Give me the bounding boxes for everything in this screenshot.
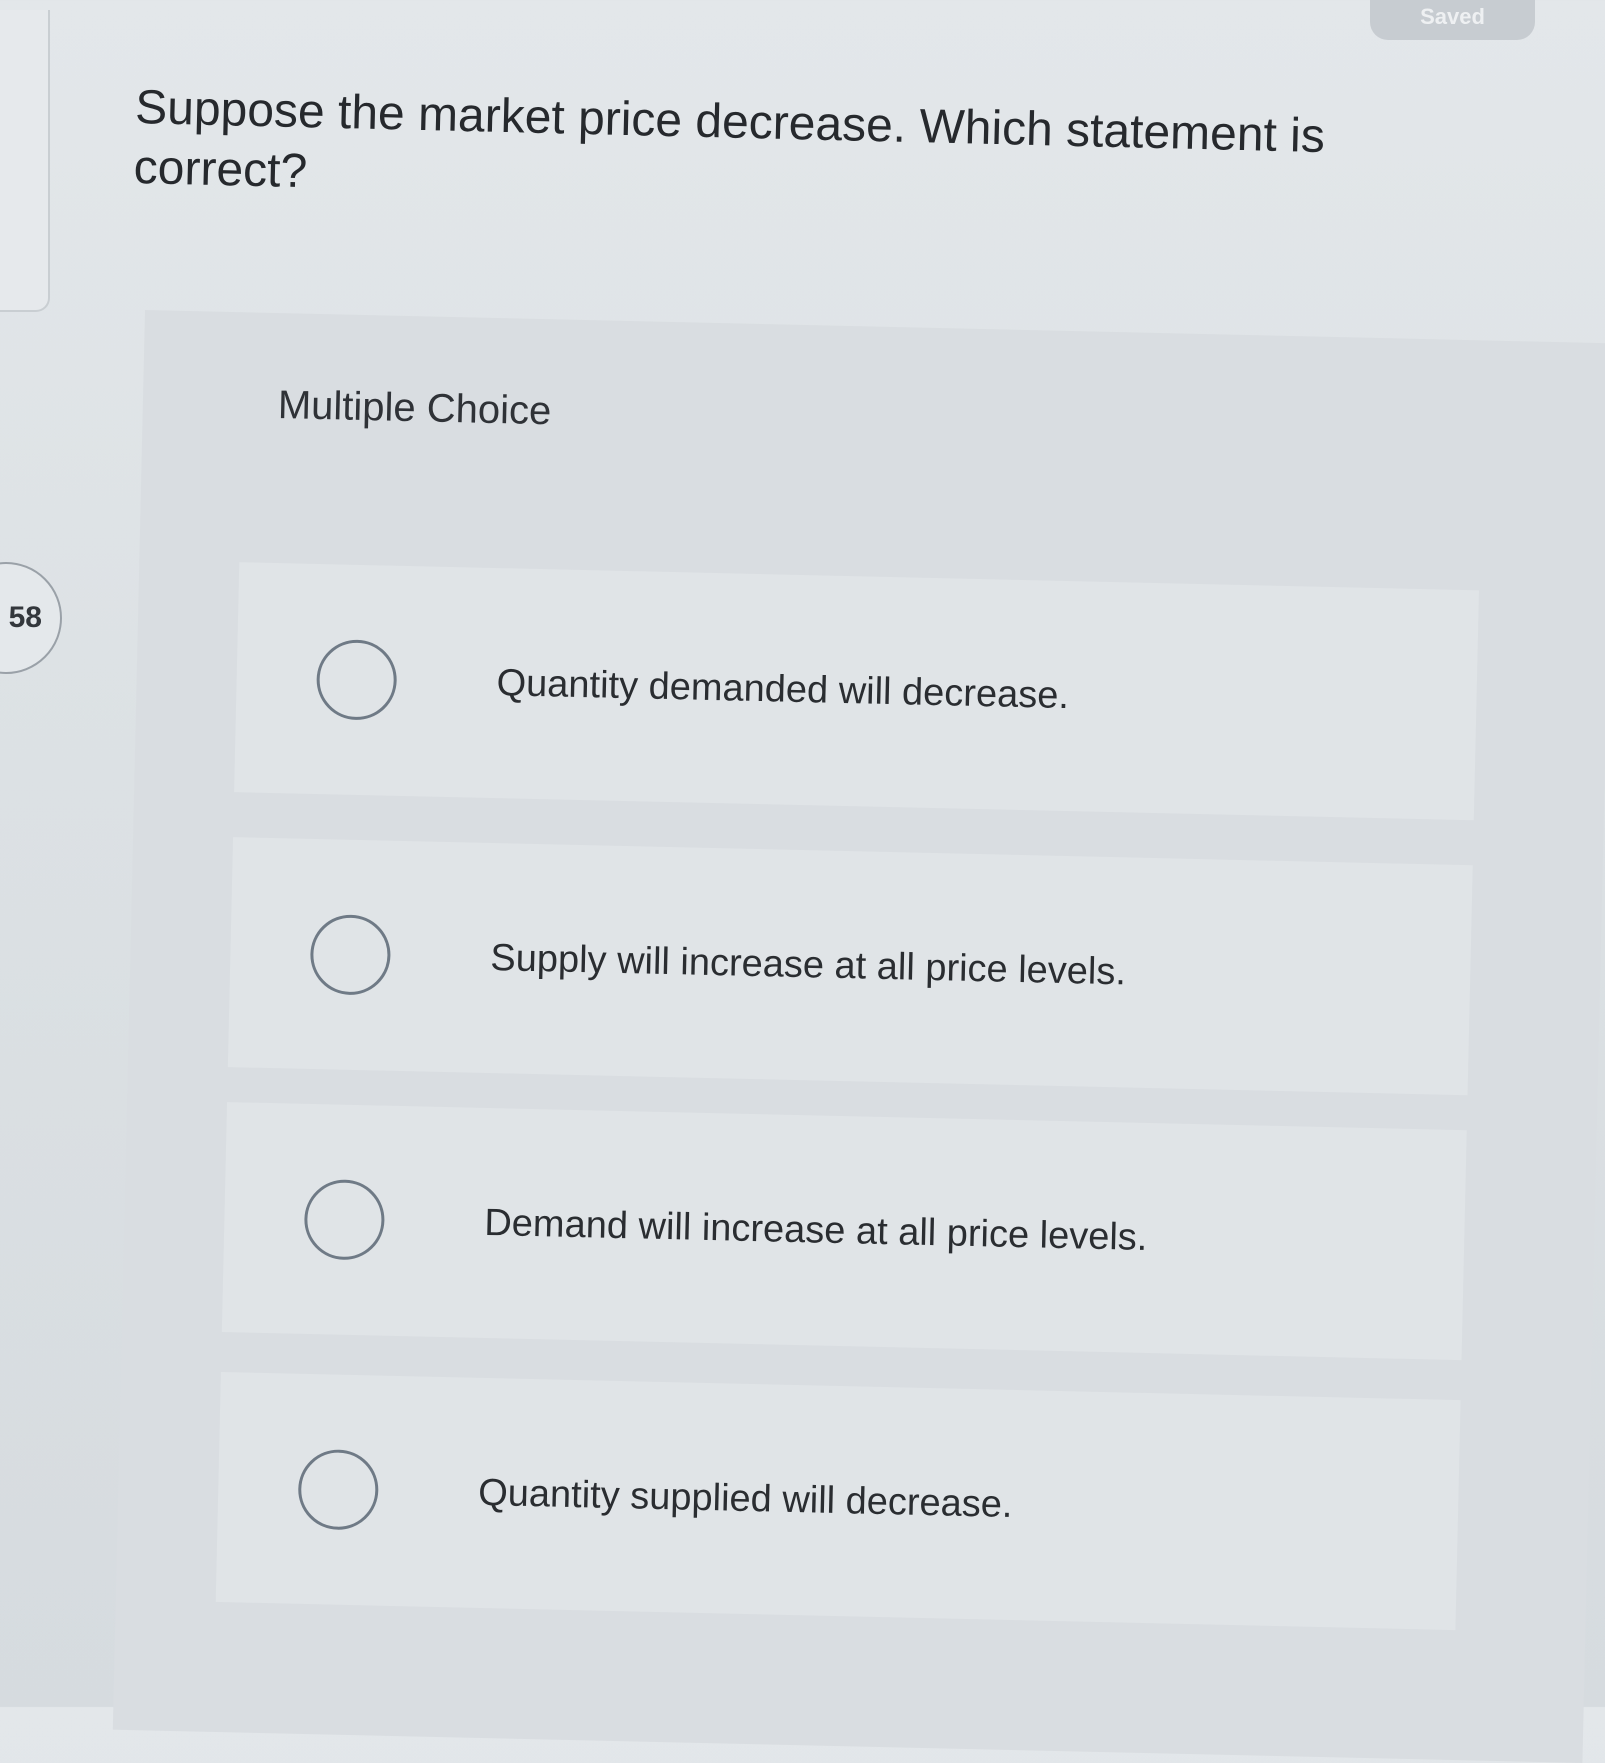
answer-option-label[interactable]: Supply will increase at all price levels…: [490, 937, 1127, 994]
answer-option-4[interactable]: Quantity supplied will decrease.: [215, 1371, 1461, 1631]
answer-option-2[interactable]: Supply will increase at all price levels…: [227, 837, 1473, 1096]
answer-option-label[interactable]: Quantity demanded will decrease.: [496, 662, 1069, 718]
question-number-label: 58: [8, 601, 42, 634]
question-prompt: Suppose the market price decrease. Which…: [133, 80, 1326, 199]
answer-option-label[interactable]: Quantity supplied will decrease.: [478, 1471, 1013, 1526]
answer-option-1[interactable]: Quantity demanded will decrease.: [234, 562, 1479, 821]
answer-option-3[interactable]: Demand will increase at all price levels…: [221, 1102, 1467, 1361]
saved-status-label: Saved: [1420, 4, 1485, 29]
radio-button-icon[interactable]: [315, 639, 398, 721]
question-number-badge[interactable]: 58: [0, 562, 62, 674]
previous-panel-edge: [0, 10, 50, 312]
radio-button-icon[interactable]: [303, 1178, 386, 1261]
radio-button-icon[interactable]: [309, 913, 392, 996]
radio-button-icon[interactable]: [297, 1448, 380, 1531]
saved-status-badge: Saved: [1370, 0, 1535, 40]
multiple-choice-panel: Multiple Choice Quantity demanded will d…: [112, 310, 1605, 1763]
answer-option-label[interactable]: Demand will increase at all price levels…: [484, 1201, 1148, 1259]
question-type-heading: Multiple Choice: [277, 383, 552, 434]
